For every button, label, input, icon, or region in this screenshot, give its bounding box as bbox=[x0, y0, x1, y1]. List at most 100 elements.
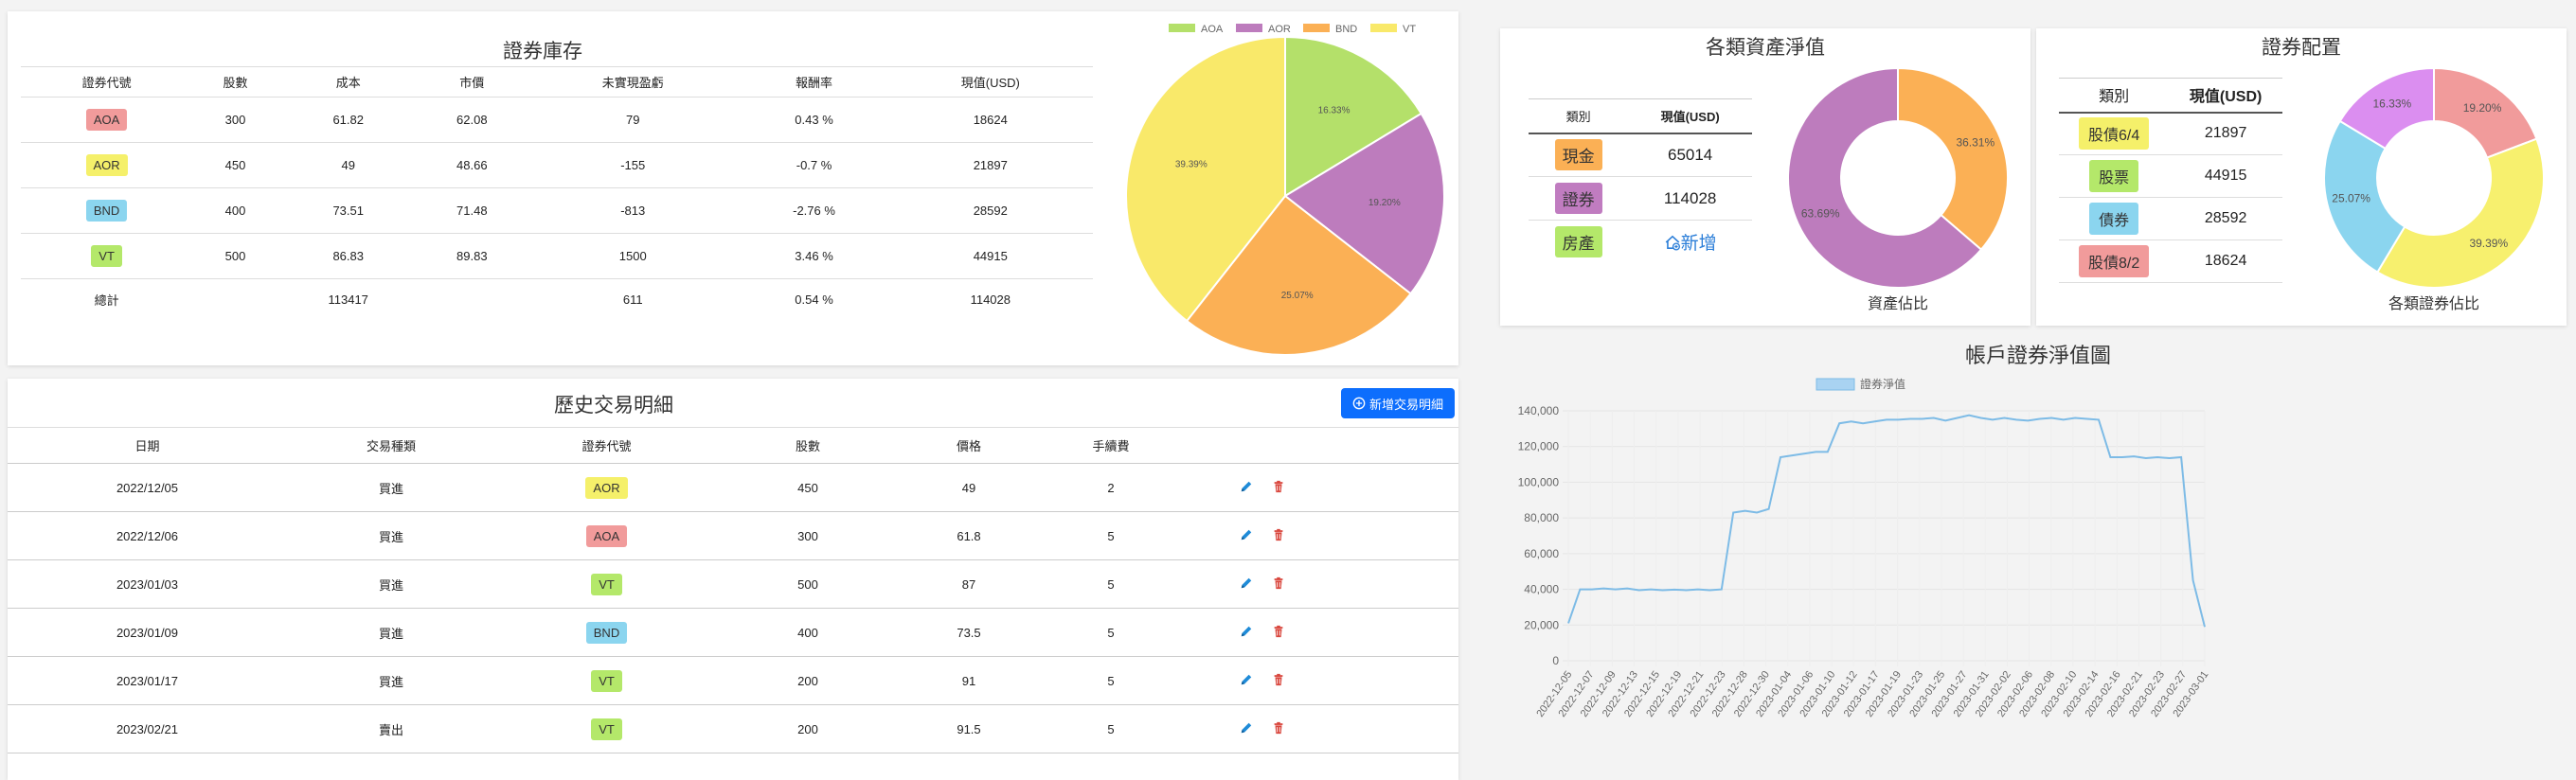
type-cell: 賣出 bbox=[378, 722, 403, 737]
table-row: 房產 新增 bbox=[1529, 221, 1752, 264]
delete-trash-icon[interactable] bbox=[1272, 576, 1285, 593]
table-row: BND 400 73.51 71.48 -813 -2.76 % 28592 bbox=[21, 188, 1093, 234]
assets-card: 各類資產淨值 類別 現值(USD) 現金 65014 證券 114028 房產 … bbox=[1500, 28, 2030, 326]
y-tick-label: 20,000 bbox=[1524, 618, 1559, 631]
table-row: 2022/12/05 買進 AOR 450 49 2 bbox=[8, 464, 1458, 512]
table-row: 股票 44915 bbox=[2059, 155, 2282, 198]
holdings-pie-chart: AOA AOR BND VT 16.33% 19.20% 25.07% 39.39% bbox=[1125, 24, 1445, 356]
legend-swatch bbox=[1370, 24, 1397, 32]
pie-slice bbox=[1897, 66, 2009, 252]
price-cell: 71.48 bbox=[456, 204, 488, 218]
net-value-line bbox=[1567, 414, 2206, 628]
security-tag: AOR bbox=[585, 476, 628, 499]
delete-trash-icon[interactable] bbox=[1272, 528, 1285, 544]
edit-pencil-icon[interactable] bbox=[1240, 480, 1253, 496]
date-cell: 2022/12/06 bbox=[116, 528, 179, 543]
cost-cell: 49 bbox=[341, 158, 355, 172]
col-category: 類別 bbox=[1565, 109, 1591, 124]
fee-cell: 5 bbox=[1107, 576, 1115, 592]
value-cell: 18624 bbox=[2204, 253, 2247, 269]
table-row: 2023/01/09 買進 BND 400 73.5 5 bbox=[8, 609, 1458, 657]
table-row: 股債6/4 21897 bbox=[2059, 113, 2282, 155]
legend-label: VT bbox=[1403, 24, 1416, 35]
add-transaction-button[interactable]: 新增交易明細 bbox=[1341, 388, 1455, 418]
cost-cell: 86.83 bbox=[332, 249, 364, 263]
edit-pencil-icon[interactable] bbox=[1240, 576, 1253, 593]
col-pnl: 未實現盈虧 bbox=[601, 76, 664, 90]
history-card: 歷史交易明細 新增交易明細 日期 交易種類 證券代號 股數 價格 手續費 202… bbox=[8, 379, 1458, 780]
shares-cell: 450 bbox=[224, 158, 246, 172]
value-cell: 28592 bbox=[973, 204, 1008, 218]
pnl-cell: -813 bbox=[620, 204, 646, 218]
pnl-cell: 1500 bbox=[618, 249, 647, 263]
actions-cell bbox=[1182, 464, 1343, 512]
pnl-cell: -155 bbox=[620, 158, 646, 172]
table-row: 2023/01/17 買進 VT 200 91 5 bbox=[8, 657, 1458, 705]
allocation-card: 證券配置 類別 現值(USD) 股債6/4 21897 股票 44915 債券 28592… bbox=[2036, 28, 2567, 326]
ret-cell: -0.7 % bbox=[796, 158, 832, 172]
fee-cell: 2 bbox=[1107, 480, 1115, 495]
ret-cell: 0.43 % bbox=[795, 113, 833, 127]
edit-pencil-icon[interactable] bbox=[1240, 673, 1253, 689]
slice-label: 63.69% bbox=[1801, 207, 1840, 221]
y-tick-label: 40,000 bbox=[1524, 583, 1559, 596]
house-plus-icon bbox=[1665, 235, 1680, 251]
category-tag: 股債6/4 bbox=[2079, 117, 2150, 151]
table-row: 股債8/2 18624 bbox=[2059, 240, 2282, 283]
table-row: VT 500 86.83 89.83 1500 3.46 % 44915 bbox=[21, 234, 1093, 279]
slice-label: 16.33% bbox=[2372, 98, 2411, 111]
allocation-donut-chart: 19.20% 39.39% 25.07% 16.33% 各類證券佔比 bbox=[2323, 66, 2545, 312]
edit-pencil-icon[interactable] bbox=[1240, 528, 1253, 544]
date-cell: 2023/01/09 bbox=[116, 625, 179, 640]
delete-trash-icon[interactable] bbox=[1272, 480, 1285, 496]
assets-table: 類別 現值(USD) 現金 65014 證券 114028 房產 新增 bbox=[1529, 98, 1752, 264]
security-tag: VT bbox=[591, 573, 622, 595]
history-table: 日期 交易種類 證券代號 股數 價格 手續費 2022/12/05 買進 AOR 45… bbox=[8, 427, 1458, 753]
slice-label: 19.20% bbox=[2463, 101, 2502, 115]
col-spacer bbox=[1343, 428, 1458, 464]
fee-cell: 5 bbox=[1107, 528, 1115, 543]
y-tick-label: 0 bbox=[1552, 654, 1559, 667]
col-value: 現值(USD) bbox=[960, 76, 1020, 90]
edit-pencil-icon[interactable] bbox=[1240, 721, 1253, 737]
price-cell: 91 bbox=[961, 673, 976, 688]
edit-pencil-icon[interactable] bbox=[1240, 625, 1253, 641]
delete-trash-icon[interactable] bbox=[1272, 721, 1285, 737]
cost-cell: 73.51 bbox=[332, 204, 364, 218]
slice-label: 39.39% bbox=[2469, 237, 2508, 250]
table-row: 證券 114028 bbox=[1529, 177, 1752, 221]
value-cell: 21897 bbox=[973, 158, 1008, 172]
col-price: 市價 bbox=[459, 76, 485, 90]
price-cell: 62.08 bbox=[456, 113, 488, 127]
col-value: 現值(USD) bbox=[2189, 89, 2263, 106]
delete-trash-icon[interactable] bbox=[1272, 625, 1285, 641]
delete-trash-icon[interactable] bbox=[1272, 673, 1285, 689]
category-tag: 現金 bbox=[1554, 139, 1602, 171]
security-tag: BND bbox=[585, 621, 628, 644]
total-return: 0.54 % bbox=[795, 292, 833, 308]
y-tick-label: 100,000 bbox=[1518, 475, 1560, 488]
y-tick-label: 60,000 bbox=[1524, 547, 1559, 560]
price-cell: 49 bbox=[961, 480, 976, 495]
add-asset-link[interactable]: 新增 bbox=[1628, 221, 1752, 264]
donut-caption: 資產佔比 bbox=[1868, 294, 1928, 312]
col-code: 證券代號 bbox=[581, 439, 632, 453]
type-cell: 買進 bbox=[378, 529, 403, 544]
fee-cell: 5 bbox=[1107, 721, 1115, 736]
asset-share-donut-chart: 0.00%36.31%63.69%資產佔比 bbox=[1787, 66, 2009, 312]
shares-cell: 500 bbox=[797, 576, 818, 592]
donut-caption: 各類證券佔比 bbox=[2388, 294, 2479, 312]
legend-swatch bbox=[1303, 24, 1330, 32]
col-type: 交易種類 bbox=[366, 439, 416, 453]
slice-label: 19.20% bbox=[1368, 198, 1401, 208]
add-asset-label: 新增 bbox=[1680, 234, 1717, 255]
total-row: 總計 113417 611 0.54 % 114028 bbox=[21, 279, 1093, 321]
shares-cell: 200 bbox=[797, 673, 818, 688]
price-cell: 91.5 bbox=[957, 721, 981, 736]
net-value-chart-panel: 帳戶證券淨值圖 證券淨值 0 20,000 40,000 60,000 80,000 100… bbox=[1500, 331, 2576, 780]
table-row: 2023/02/21 賣出 VT 200 91.5 5 bbox=[8, 705, 1458, 753]
col-category: 類別 bbox=[2099, 89, 2130, 106]
category-tag: 房產 bbox=[1554, 226, 1602, 258]
inventory-title: 證券庫存 bbox=[503, 40, 582, 62]
shares-cell: 500 bbox=[224, 249, 246, 263]
